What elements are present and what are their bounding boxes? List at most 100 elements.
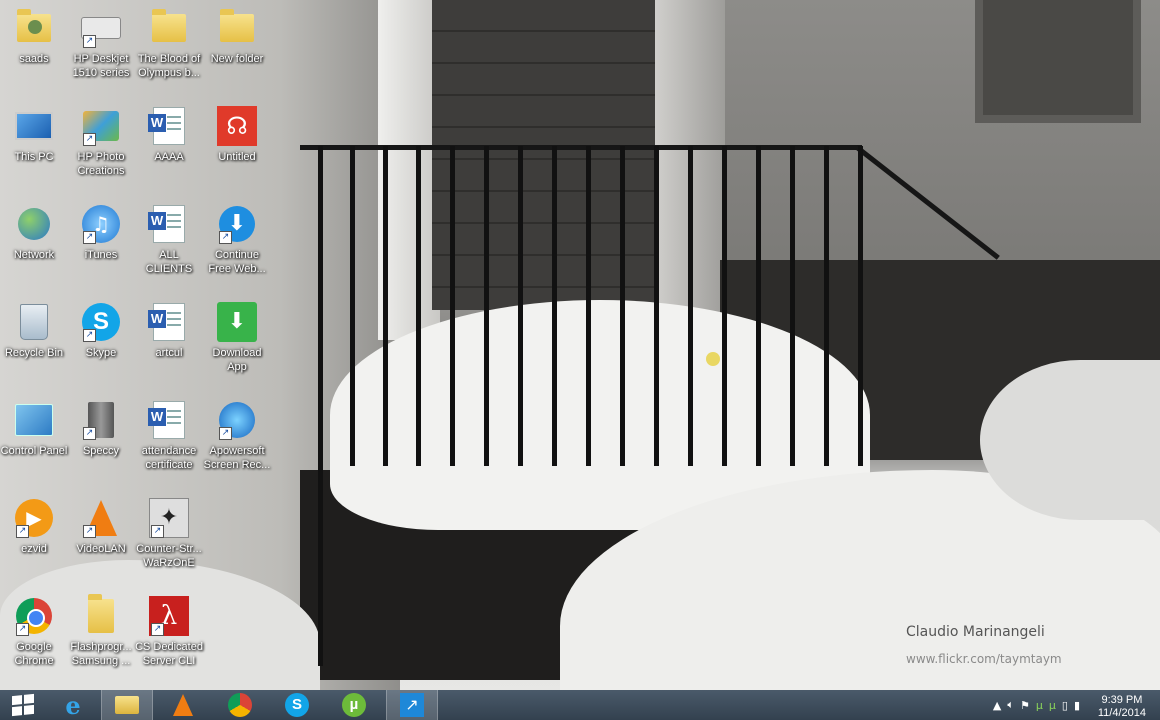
desktop-icon-skype[interactable]: S ↗ Skype	[67, 298, 135, 360]
desktop-icon-untitled[interactable]: ☊ Untitled	[203, 102, 271, 164]
wallpaper-credit-name: Claudio Marinangeli	[906, 624, 1045, 640]
desktop-icon-all-clients[interactable]: ALL CLIENTS	[135, 200, 203, 276]
desktop-icon-google-chrome[interactable]: ↗ Google Chrome	[0, 592, 68, 668]
wallpaper-railing-bar	[620, 146, 625, 466]
taskbar-clock[interactable]: 9:39 PM 11/4/2014	[1098, 694, 1146, 720]
user-folder-icon	[14, 8, 54, 48]
wallpaper-door	[432, 0, 662, 310]
word-document-icon	[148, 302, 189, 342]
skype-icon: S	[285, 693, 309, 717]
screen-recorder-icon: ↗	[217, 400, 257, 440]
power-icon[interactable]: ▯	[1062, 699, 1068, 712]
desktop-icon-control-panel[interactable]: Control Panel	[0, 396, 68, 458]
wallpaper-railing-bar	[586, 146, 591, 466]
clock-time: 9:39 PM	[1101, 694, 1143, 706]
wallpaper-railing-bar	[450, 146, 455, 466]
desktop[interactable]: Claudio Marinangeli www.flickr.com/taymt…	[0, 0, 1160, 690]
word-document-icon	[148, 204, 189, 244]
wallpaper-railing-bar	[552, 146, 557, 466]
control-panel-icon	[14, 400, 54, 440]
desktop-icon-download-app[interactable]: ⬇ Download App	[203, 298, 271, 374]
network-signal-icon[interactable]: ▮	[1074, 699, 1080, 712]
computer-icon	[14, 106, 54, 146]
wallpaper-credit: Claudio Marinangeli www.flickr.com/taymt…	[906, 624, 1062, 666]
desktop-icon-artcul[interactable]: artcul	[135, 298, 203, 360]
desktop-icon-apowersoft[interactable]: ↗ Apowersoft Screen Rec...	[203, 396, 271, 472]
vlc-cone-icon	[173, 694, 193, 716]
volume-icon[interactable]: 🔈︎	[1007, 698, 1014, 712]
show-hidden-icons-icon[interactable]: ▲	[993, 699, 1001, 712]
wallpaper-railing-bar	[858, 146, 863, 466]
folder-icon	[149, 8, 189, 48]
desktop-icon-saads[interactable]: saads	[0, 4, 68, 66]
desktop-icon-itunes[interactable]: ♫ ↗ iTunes	[67, 200, 135, 262]
half-life-icon: λ ↗	[149, 596, 189, 636]
desktop-icon-speccy[interactable]: ↗ Speccy	[67, 396, 135, 458]
wallpaper-railing-bar	[350, 146, 355, 466]
utorrent-tray-icon[interactable]: µ	[1036, 699, 1043, 712]
remote-arrow-icon: ↗	[400, 693, 424, 717]
desktop-icon-videolan[interactable]: ↗ VideoLAN	[67, 494, 135, 556]
counter-strike-icon: ✦ ↗	[149, 498, 189, 538]
wallpaper-railing-bar	[484, 146, 489, 466]
word-document-icon	[148, 400, 189, 440]
photo-app-icon: ↗	[81, 106, 121, 146]
desktop-icon-aaaa[interactable]: AAAA	[135, 102, 203, 164]
vlc-cone-icon: ↗	[81, 498, 121, 538]
desktop-icon-hp-deskjet[interactable]: ↗ HP Deskjet 1510 series	[67, 4, 135, 80]
download-app-icon: ⬇	[217, 302, 257, 342]
wallpaper-window	[975, 0, 1141, 123]
taskbar: e S µ ↗ ▲ 🔈︎ ⚑ µ µ ▯ ▮ 9:39 PM 11/4/2014	[0, 690, 1160, 720]
network-globe-icon	[14, 204, 54, 244]
word-document-icon	[148, 106, 189, 146]
wallpaper-railing-bar	[824, 146, 829, 466]
desktop-icon-attendance-certificate[interactable]: attendance certificate	[135, 396, 203, 472]
utorrent-tray-icon-2[interactable]: µ	[1049, 699, 1056, 712]
recycle-bin-icon	[14, 302, 54, 342]
headphones-icon: ☊	[217, 106, 257, 146]
wallpaper-railing-bar	[518, 146, 523, 466]
wallpaper-railing-bar	[318, 146, 323, 666]
utorrent-icon: µ	[342, 693, 366, 717]
ezvid-play-icon: ▶ ↗	[14, 498, 54, 538]
printer-icon: ↗	[81, 8, 121, 48]
desktop-icon-network[interactable]: Network	[0, 200, 68, 262]
wallpaper-railing-bar	[416, 146, 421, 466]
desktop-icon-ezvid[interactable]: ▶ ↗ ezvid	[0, 494, 68, 556]
desktop-icon-this-pc[interactable]: This PC	[0, 102, 68, 164]
download-arrow-icon: ⬇ ↗	[217, 204, 257, 244]
skype-icon: S ↗	[81, 302, 121, 342]
taskbar-chrome[interactable]	[215, 690, 265, 720]
folder-icon	[81, 594, 121, 636]
wallpaper-credit-url: www.flickr.com/taymtaym	[906, 652, 1062, 666]
clock-date: 11/4/2014	[1097, 707, 1146, 719]
file-explorer-icon	[115, 696, 139, 714]
desktop-icon-counter-strike[interactable]: ✦ ↗ Counter-Str... WaRzOnE	[135, 494, 203, 570]
system-tray: ▲ 🔈︎ ⚑ µ µ ▯ ▮	[993, 690, 1080, 720]
start-button[interactable]	[0, 690, 46, 720]
desktop-icon-recycle-bin[interactable]: Recycle Bin	[0, 298, 68, 360]
wallpaper-railing-bar	[722, 146, 727, 466]
taskbar-file-explorer[interactable]	[101, 690, 153, 720]
action-center-flag-icon[interactable]: ⚑	[1020, 699, 1030, 712]
taskbar-skype[interactable]: S	[272, 690, 322, 720]
wallpaper-railing-bar	[688, 146, 693, 466]
taskbar-vlc[interactable]	[158, 690, 208, 720]
desktop-icon-hp-photo[interactable]: ↗ HP Photo Creations	[67, 102, 135, 178]
taskbar-internet-explorer[interactable]: e	[48, 690, 98, 720]
desktop-icon-new-folder[interactable]: New folder	[203, 4, 271, 66]
wallpaper-railing-bar	[756, 146, 761, 466]
taskbar-remote-app[interactable]: ↗	[386, 690, 438, 720]
taskbar-utorrent[interactable]: µ	[329, 690, 379, 720]
desktop-icon-blood-of-olympus[interactable]: The Blood of Olympus b...	[135, 4, 203, 80]
folder-icon	[217, 8, 257, 48]
internet-explorer-icon: e	[65, 690, 81, 720]
desktop-icon-continue-free-web[interactable]: ⬇ ↗ Continue Free Web...	[203, 200, 271, 276]
desktop-icon-cs-dedicated-server[interactable]: λ ↗ CS Dedicated Server CLI	[135, 592, 203, 668]
wallpaper-railing-bar	[383, 146, 388, 466]
mouse-cursor-highlight	[706, 352, 720, 366]
wallpaper-railing-bar	[790, 146, 795, 466]
desktop-icon-flashprogr[interactable]: Flashprogr... Samsung ...	[67, 592, 135, 668]
itunes-icon: ♫ ↗	[81, 204, 121, 244]
start-windows-icon	[12, 693, 34, 717]
